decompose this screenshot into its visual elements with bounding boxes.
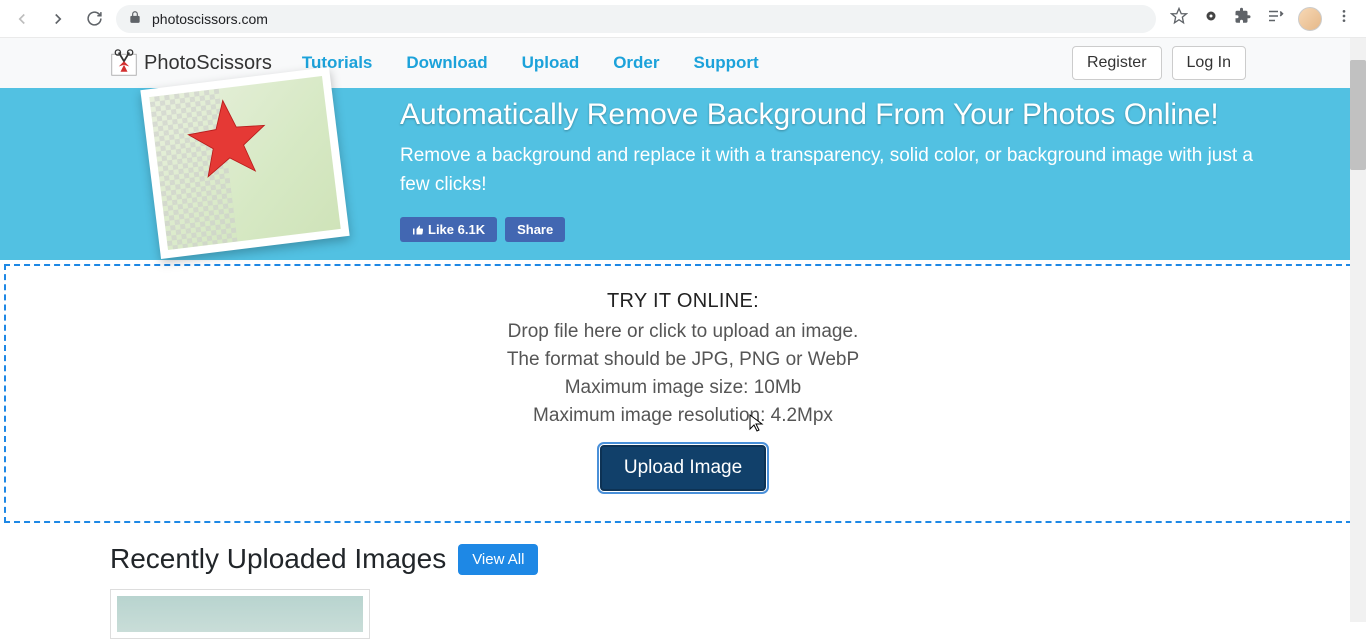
hero-title: Automatically Remove Background From You… [400, 98, 1256, 132]
profile-avatar[interactable] [1298, 7, 1322, 31]
site-navbar: PhotoScissors Tutorials Download Upload … [0, 38, 1366, 88]
login-button[interactable]: Log In [1172, 46, 1246, 80]
view-all-button[interactable]: View All [458, 544, 538, 575]
address-bar[interactable]: photoscissors.com [116, 5, 1156, 33]
brand-logo[interactable]: PhotoScissors [110, 49, 272, 77]
dropzone-instruction: Drop file here or click to upload an ima… [508, 321, 859, 343]
hero-subtitle: Remove a background and replace it with … [400, 142, 1256, 199]
nav-download[interactable]: Download [406, 53, 487, 73]
upload-dropzone[interactable]: TRY IT ONLINE: Drop file here or click t… [4, 264, 1362, 523]
page-scrollbar[interactable] [1350, 38, 1366, 622]
dropzone-title: TRY IT ONLINE: [607, 290, 759, 313]
media-icon[interactable] [1266, 7, 1284, 30]
nav-upload[interactable]: Upload [522, 53, 580, 73]
browser-toolbar: photoscissors.com [0, 0, 1366, 38]
extension-icon-1[interactable] [1202, 7, 1220, 30]
nav-support[interactable]: Support [694, 53, 759, 73]
fb-like-button[interactable]: Like 6.1K [400, 217, 497, 242]
brand-name: PhotoScissors [144, 52, 272, 75]
browser-actions [1164, 7, 1358, 31]
fb-share-button[interactable]: Share [505, 217, 565, 242]
recent-thumbnail[interactable] [110, 589, 370, 639]
recent-heading: Recently Uploaded Images [110, 543, 446, 575]
scissors-icon [110, 49, 138, 77]
back-button[interactable] [8, 5, 36, 33]
lock-icon [128, 10, 142, 27]
thumbs-up-icon [412, 224, 424, 236]
dropzone-format: The format should be JPG, PNG or WebP [507, 349, 859, 371]
extensions-icon[interactable] [1234, 7, 1252, 30]
nav-order[interactable]: Order [613, 53, 659, 73]
starfish-icon [180, 91, 275, 186]
hero-section: Automatically Remove Background From You… [0, 88, 1366, 260]
register-button[interactable]: Register [1072, 46, 1162, 80]
hero-sample-photo [140, 67, 349, 259]
dropzone-maxres: Maximum image resolution: 4.2Mpx [533, 405, 833, 427]
url-text: photoscissors.com [152, 11, 268, 27]
star-icon[interactable] [1170, 7, 1188, 30]
dropzone-maxsize: Maximum image size: 10Mb [565, 377, 802, 399]
upload-image-button[interactable]: Upload Image [600, 445, 766, 491]
forward-button[interactable] [44, 5, 72, 33]
nav-links: Tutorials Download Upload Order Support [302, 53, 759, 73]
scrollbar-thumb[interactable] [1350, 60, 1366, 170]
reload-button[interactable] [80, 5, 108, 33]
menu-icon[interactable] [1336, 8, 1352, 29]
